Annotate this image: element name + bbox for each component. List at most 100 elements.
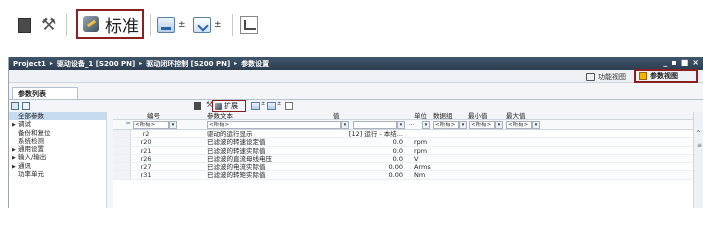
param-value[interactable]: 0.00 [283,171,403,179]
extended-view-label: 扩展 [224,102,238,110]
parameter-view-icon [639,72,647,80]
filter-max-dropdown[interactable]: ▾ [532,121,540,129]
monitor-icon[interactable] [285,102,293,110]
table-row[interactable]: r20 已滤波的转速设定值 0.0 rpm [113,138,693,147]
param-unit: Nm [414,171,426,180]
filter-unit-more[interactable]: ... [408,121,422,129]
filter-unit-dropdown[interactable]: ▾ [422,121,430,129]
download-icon[interactable] [267,102,276,110]
nav-item-label: 全部参数 [18,112,44,120]
filter-text[interactable]: <所有> [207,121,341,129]
nav-item-label: 通用设置 [18,145,44,154]
row-header[interactable] [113,138,131,146]
tab-row: 参数列表 [9,87,703,99]
header-number[interactable]: 编号 [147,112,160,120]
row-header[interactable] [113,171,131,179]
header-unit[interactable]: 单位 [414,112,427,120]
scroll-thumb[interactable]: ≡ [697,143,702,156]
tab-parameter-list[interactable]: 参数列表 [12,87,78,99]
filter-text-dropdown[interactable]: ▾ [341,121,349,129]
filter-value[interactable] [353,121,397,129]
monitor-button[interactable] [240,12,258,38]
header-max[interactable]: 最大值 [506,112,526,120]
filter-data-group-dropdown[interactable]: ▾ [459,121,467,129]
filter-value-dropdown[interactable]: ▾ [397,121,405,129]
download-arrow-icon: ± [214,20,222,30]
filter-number[interactable]: <所有> [133,121,169,129]
expand-all-icon[interactable] [11,102,19,110]
nav-item[interactable]: 系统检测 [9,137,106,145]
nav-item[interactable]: 备份和复位 [9,129,106,137]
filter-min-dropdown[interactable]: ▾ [495,121,503,129]
collapse-all-icon[interactable] [22,102,30,110]
upload-arrow-icon: ± [178,20,186,30]
maximize-button[interactable]: ■ [681,58,689,67]
view-dark-button[interactable] [18,12,31,38]
nav-item[interactable]: ▶ 输入/输出 [9,153,106,161]
param-number: r27 [140,163,152,172]
standard-view-button[interactable]: 标准 [76,9,144,39]
upload-icon[interactable] [251,102,260,110]
nav-item[interactable]: 功率单元 [9,170,106,178]
nav-item-label: 系统检测 [18,136,44,145]
breadcrumb-device[interactable]: 驱动设备_1 [S200 PN] [57,59,135,69]
view-switch-bar: 功能视图 参数视图 [9,69,703,83]
extended-view-button[interactable]: 扩展 [212,100,246,112]
function-view-button[interactable]: 功能视图 [586,71,626,82]
toolbar-divider [232,14,233,36]
nav-item-label: 备份和复位 [18,128,51,137]
nav-item-label: 通讯 [18,161,31,170]
param-unit: rpm [414,146,428,155]
settings-tool-icon [83,16,99,32]
download-button[interactable]: ± [193,12,222,38]
header-value[interactable]: 值 [333,112,340,120]
parameter-view-button[interactable]: 参数视图 [634,69,698,83]
scroll-up-icon[interactable]: ^ [696,130,701,137]
view-dark-icon[interactable] [194,102,201,110]
standard-label: 标准 [105,16,139,37]
header-text[interactable]: 参数文本 [207,112,233,120]
param-value[interactable]: 0.0 [283,147,403,155]
nav-item-label: 输入/输出 [18,153,47,162]
breadcrumb-control[interactable]: 驱动闭环控制 [S200 PN] [146,59,230,69]
filter-min[interactable]: <所有> [469,121,495,129]
param-value[interactable]: 0.00 [283,163,403,171]
minimize-button[interactable]: _ [663,58,667,67]
monitor-icon [240,16,258,34]
table-row[interactable]: r21 已滤波的转速实际值 0.0 rpm [113,146,693,155]
parameter-window: Project1 ▸ 驱动设备_1 [S200 PN] ▸ 驱动闭环控制 [S2… [8,57,703,208]
nav-item[interactable]: ▶ 调试 [9,120,106,128]
title-bar: Project1 ▸ 驱动设备_1 [S200 PN] ▸ 驱动闭环控制 [S2… [9,57,703,70]
table-row[interactable]: r26 已滤波的直流母线电压 0.0 V [113,154,693,164]
row-header[interactable] [113,146,131,154]
vertical-scrollbar[interactable]: ^ ≡ [693,112,703,208]
param-value[interactable]: 0.0 [283,138,403,146]
filter-max[interactable]: <所有> [506,121,532,129]
download-icon [193,17,211,33]
toolbar-divider [66,14,67,36]
breadcrumb-project[interactable]: Project1 [13,60,46,68]
close-button[interactable]: × [692,58,699,67]
download-arrow-icon: ± [277,101,282,107]
parameter-view-label: 参数视图 [650,72,678,80]
row-header[interactable] [113,130,131,138]
restore-button[interactable]: ▪ [671,58,676,67]
parameter-table: 编号 参数文本 值 单位 数据组 最小值 最大值 ✂ <所有> ▾ <所有> ▾… [113,112,693,208]
table-row[interactable]: r2 驱动的运行显示 [12] 运行 - 本结... [113,130,693,139]
wrench-button[interactable]: ⚒ [41,12,56,38]
row-header[interactable] [113,163,131,171]
zoomed-toolbar: ⚒ 标准 ± ± [0,0,703,50]
header-min[interactable]: 最小值 [468,112,488,120]
row-header[interactable] [113,154,131,163]
table-row[interactable]: r27 已滤波的电流实际值 0.00 Arms [113,163,693,172]
upload-button[interactable]: ± [157,12,186,38]
filter-number-dropdown[interactable]: ▾ [169,121,177,129]
window-controls: _ ▪ ■ × [663,58,699,67]
table-row[interactable]: r31 已滤波的转矩实际值 0.00 Nm [113,171,693,180]
nav-item[interactable]: ▶ 通讯 [9,162,106,170]
filter-data-group[interactable]: <所有> [433,121,459,129]
table-header: 编号 参数文本 值 单位 数据组 最小值 最大值 [113,112,693,120]
param-value[interactable]: 0.0 [283,155,403,163]
param-value[interactable]: [12] 运行 - 本结... [283,130,403,138]
header-data-group[interactable]: 数据组 [433,112,453,120]
